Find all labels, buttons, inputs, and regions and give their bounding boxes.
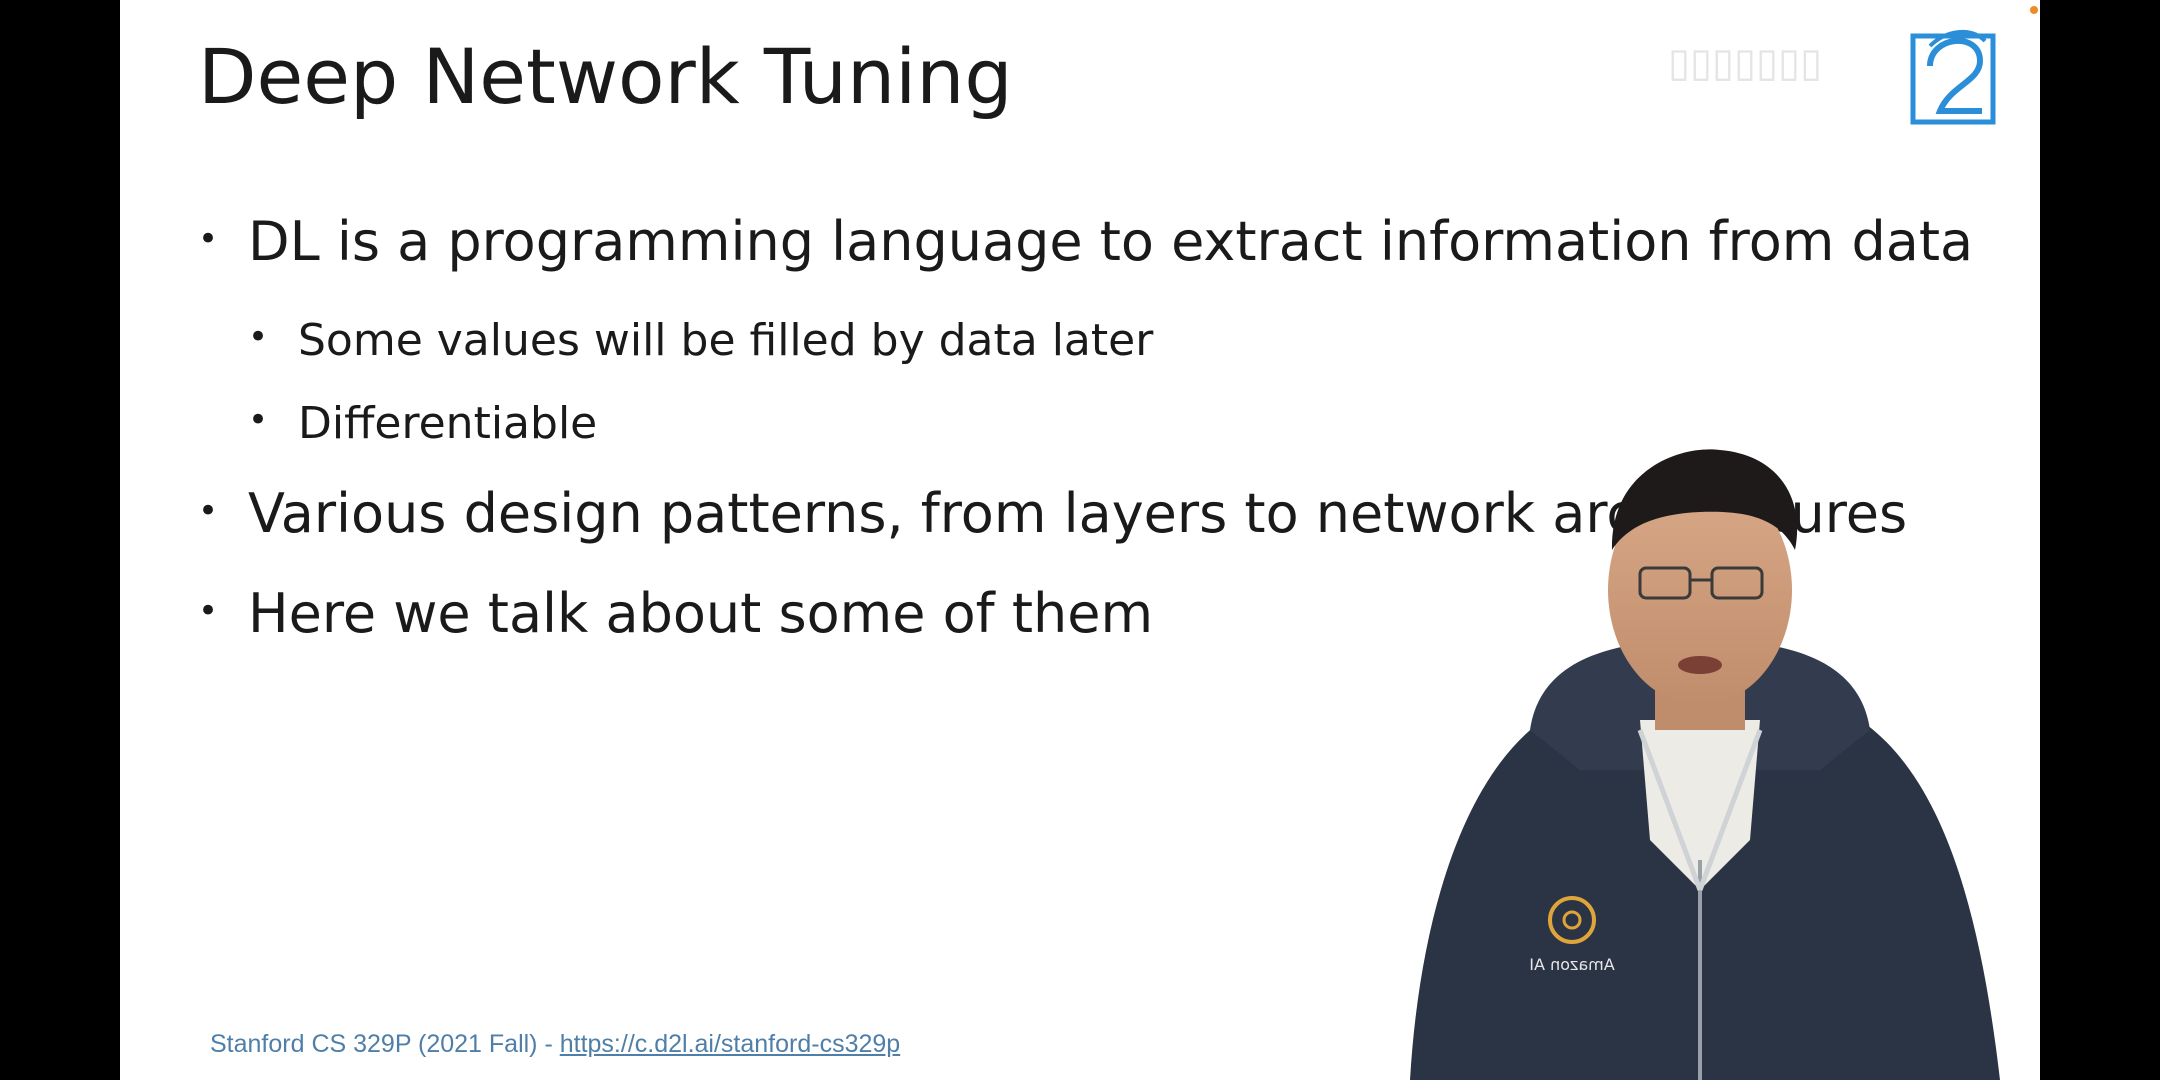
- bullet-icon: •: [198, 491, 219, 532]
- sub-bullet-item: • Differentiable: [248, 398, 598, 449]
- sub-bullet-item: • Some values will be filled by data late…: [248, 315, 1154, 366]
- watermark: ▯▯▯▯▯▯▯: [1668, 41, 1823, 85]
- bullet-icon: •: [248, 317, 269, 357]
- presenter-video: Amazon AI: [1410, 449, 2000, 1080]
- slide-title: Deep Network Tuning: [198, 32, 1013, 121]
- footer-link[interactable]: https://c.d2l.ai/stanford-cs329p: [560, 1030, 900, 1058]
- bullet-icon: •: [248, 400, 269, 440]
- slide: Deep Network Tuning ▯▯▯▯▯▯▯ • DL is a pro…: [120, 0, 2040, 1080]
- status-indicator: [2030, 6, 2038, 14]
- hoodie-logo-text: Amazon AI: [1529, 955, 1614, 974]
- bullet-icon: •: [198, 591, 219, 632]
- slide-footer: Stanford CS 329P (2021 Fall) - https://c…: [210, 1030, 900, 1059]
- footer-course: Stanford CS 329P (2021 Fall) -: [210, 1030, 560, 1058]
- d2l-logo-icon: [1910, 29, 1996, 125]
- bullet-icon: •: [198, 219, 219, 260]
- bullet-item: • DL is a programming language to extract…: [198, 210, 1974, 273]
- bullet-item: • Here we talk about some of them: [198, 582, 1154, 645]
